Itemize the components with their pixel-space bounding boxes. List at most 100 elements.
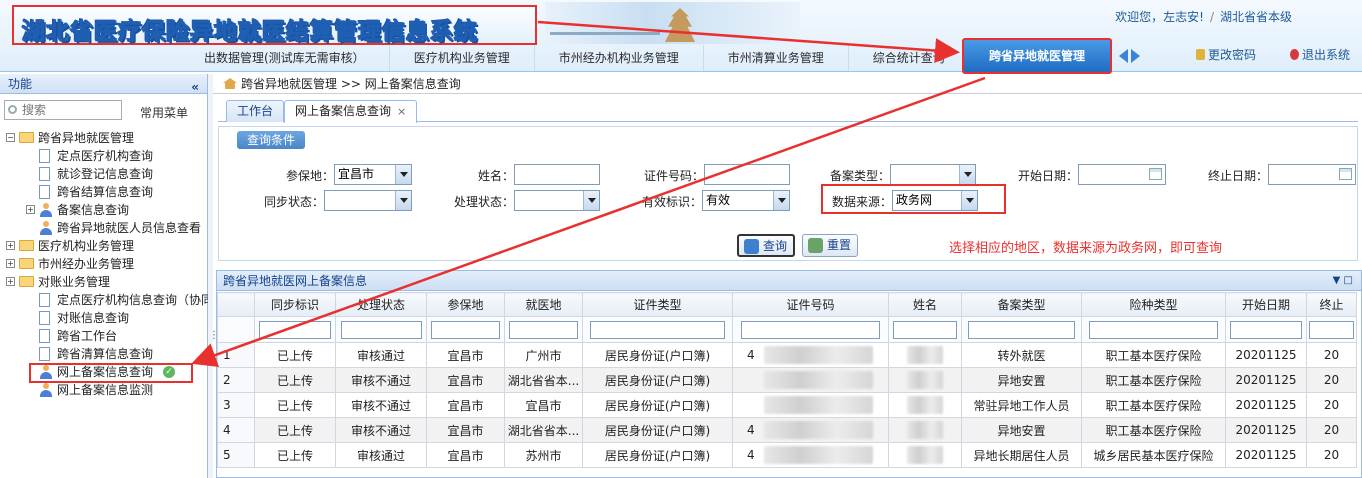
table-row[interactable]: 4 已上传 审核不通过 宜昌市 湖北省省本... 居民身份证(户口簿) 4 异地安置 职工基本医…	[217, 417, 1357, 443]
nav-next-icon[interactable]	[1131, 49, 1140, 63]
table-row[interactable]: 1 已上传 审核通过 宜昌市 广州市 居民身份证(户口簿) 4 转外就医 职工基本医疗保险 202…	[217, 342, 1357, 368]
valid-flag-select[interactable]: 有效	[702, 190, 790, 211]
start-date-input[interactable]	[1078, 164, 1166, 185]
column-header[interactable]: 险种类型	[1081, 292, 1226, 317]
data-source-value: 政务网	[896, 193, 933, 207]
column-filter-input[interactable]	[740, 320, 881, 339]
logout-link[interactable]: 退出系统	[1290, 46, 1350, 63]
column-header[interactable]: 参保地	[426, 292, 505, 317]
chevron-down-icon[interactable]	[961, 191, 977, 210]
column-header[interactable]: 姓名	[888, 292, 962, 317]
column-filter-input[interactable]	[892, 320, 958, 339]
chevron-down-icon[interactable]	[395, 165, 411, 184]
table-row[interactable]: 2 已上传 审核不通过 宜昌市 湖北省省本... 居民身份证(户口簿) 异地安置 职工基本医疗…	[217, 367, 1357, 393]
nav-item-data-management[interactable]: 出数据管理(测试库无需审核）	[180, 45, 390, 71]
sidebar-item-label: 跨省异地就医人员信息查看	[57, 221, 202, 235]
collapse-icon[interactable]: −	[6, 133, 15, 142]
nav-prev-icon[interactable]	[1119, 49, 1128, 63]
table-row[interactable]: 5 已上传 审核通过 宜昌市 苏州市 居民身份证(户口簿) 4 异地长期居住人员 城乡居民基本医…	[217, 442, 1357, 468]
record-type-select[interactable]	[890, 164, 976, 185]
column-filter-input[interactable]	[590, 320, 725, 339]
sidebar-item[interactable]: + 备案信息查询	[6, 201, 206, 219]
user-icon	[39, 203, 53, 217]
sidebar-item[interactable]: 跨省异地就医人员信息查看	[6, 219, 206, 237]
grid-tools-icons[interactable]: ▼ □	[1333, 275, 1353, 286]
column-filter-input[interactable]	[340, 320, 422, 339]
column-header[interactable]: 同步标识	[254, 292, 336, 317]
nav-item-cross-province[interactable]: 跨省异地就医管理	[962, 38, 1112, 74]
id-no-input[interactable]	[704, 164, 790, 185]
process-status-select[interactable]	[514, 190, 600, 211]
name-input[interactable]	[514, 164, 600, 185]
column-filter-input[interactable]	[430, 320, 501, 339]
table-cell: 广州市	[504, 342, 583, 368]
expand-icon[interactable]: +	[6, 277, 15, 286]
sidebar-item[interactable]: 对账信息查询	[6, 309, 206, 327]
expand-icon[interactable]: +	[26, 205, 35, 214]
sidebar-item[interactable]: 跨省工作台	[6, 327, 206, 345]
column-header[interactable]: 证件号码	[732, 292, 889, 317]
chevron-down-icon[interactable]	[395, 191, 411, 210]
row-number-cell: 2	[217, 367, 255, 393]
collapse-icon[interactable]: «	[191, 77, 199, 97]
column-header[interactable]: 终止	[1306, 292, 1357, 317]
sidebar-search-input[interactable]	[4, 100, 122, 120]
change-password-link[interactable]: 更改密码	[1196, 46, 1256, 63]
column-filter-input[interactable]	[1089, 320, 1218, 339]
tab-workbench[interactable]: 工作台	[226, 100, 285, 122]
data-source-select[interactable]: 政务网	[892, 190, 978, 211]
column-header[interactable]: 就医地	[504, 292, 583, 317]
query-button[interactable]: 查询	[737, 234, 796, 257]
table-cell: 已上传	[254, 392, 336, 418]
document-icon	[39, 293, 50, 307]
tab-online-record-query[interactable]: 网上备案信息查询 ×	[284, 100, 418, 123]
table-row[interactable]: 3 已上传 审核不通过 宜昌市 宜昌市 居民身份证(户口簿) 常驻异地工作人员 职工基本医疗保…	[217, 392, 1357, 418]
column-filter-input[interactable]	[1309, 320, 1354, 339]
column-filter-input[interactable]	[259, 320, 331, 339]
close-icon[interactable]: ×	[397, 105, 406, 118]
common-menu-link[interactable]: 常用菜单	[140, 104, 188, 121]
column-header[interactable]: 证件类型	[582, 292, 733, 317]
column-filter-input[interactable]	[1230, 320, 1302, 339]
cell-text: 审核通过	[356, 348, 405, 363]
nav-item-statistics[interactable]: 综合统计查询	[849, 45, 970, 71]
calendar-icon[interactable]	[1149, 168, 1162, 180]
nav-scroll-arrows[interactable]	[1117, 46, 1143, 66]
sidebar-item[interactable]: 跨省结算信息查询	[6, 183, 206, 201]
sidebar-item[interactable]: − 跨省异地就医管理	[6, 129, 206, 147]
start-date-label: 开始日期：	[1017, 169, 1078, 183]
column-filter-input[interactable]	[967, 320, 1076, 339]
expand-icon[interactable]: +	[6, 241, 15, 250]
expand-icon[interactable]: +	[6, 259, 15, 268]
sidebar-item[interactable]: 跨省清算信息查询	[6, 345, 206, 363]
sidebar-item[interactable]: + 对账业务管理	[6, 273, 206, 291]
sidebar-item[interactable]: 定点医疗机构信息查询（协同	[6, 291, 213, 309]
cell-text: 广州市	[525, 348, 562, 363]
region-text: 湖北省省本级	[1219, 10, 1292, 24]
nav-item-city-agency[interactable]: 市州经办机构业务管理	[535, 45, 704, 71]
column-header[interactable]	[217, 292, 255, 317]
sync-status-select[interactable]	[324, 190, 412, 211]
search-icon	[744, 239, 759, 254]
sidebar-item[interactable]: 就诊登记信息查询	[6, 165, 206, 183]
breadcrumb-separator: >>	[340, 77, 361, 91]
chevron-down-icon[interactable]	[583, 191, 599, 210]
calendar-icon[interactable]	[1339, 168, 1352, 180]
sidebar-item[interactable]: 网上备案信息监测	[6, 381, 206, 399]
chevron-down-icon[interactable]	[959, 165, 975, 184]
column-header[interactable]: 开始日期	[1225, 292, 1307, 317]
end-date-input[interactable]	[1268, 164, 1356, 185]
column-header[interactable]: 处理状态	[335, 292, 427, 317]
sidebar-item[interactable]: 定点医疗机构查询	[6, 147, 206, 165]
nav-item-medical-institution[interactable]: 医疗机构业务管理	[390, 45, 535, 71]
nav-item-city-clearing[interactable]: 市州清算业务管理	[704, 45, 849, 71]
insured-place-select[interactable]: 宜昌市	[334, 164, 412, 185]
column-filter-input[interactable]	[508, 320, 579, 339]
cell-text: 宜昌市	[447, 398, 484, 413]
reset-button[interactable]: 重置	[802, 234, 859, 257]
sidebar-item[interactable]: + 市州经办业务管理	[6, 255, 206, 273]
breadcrumb-section[interactable]: 跨省异地就医管理	[241, 77, 337, 91]
sidebar-item[interactable]: + 医疗机构业务管理	[6, 237, 206, 255]
column-header[interactable]: 备案类型	[961, 292, 1082, 317]
chevron-down-icon[interactable]	[773, 191, 789, 210]
